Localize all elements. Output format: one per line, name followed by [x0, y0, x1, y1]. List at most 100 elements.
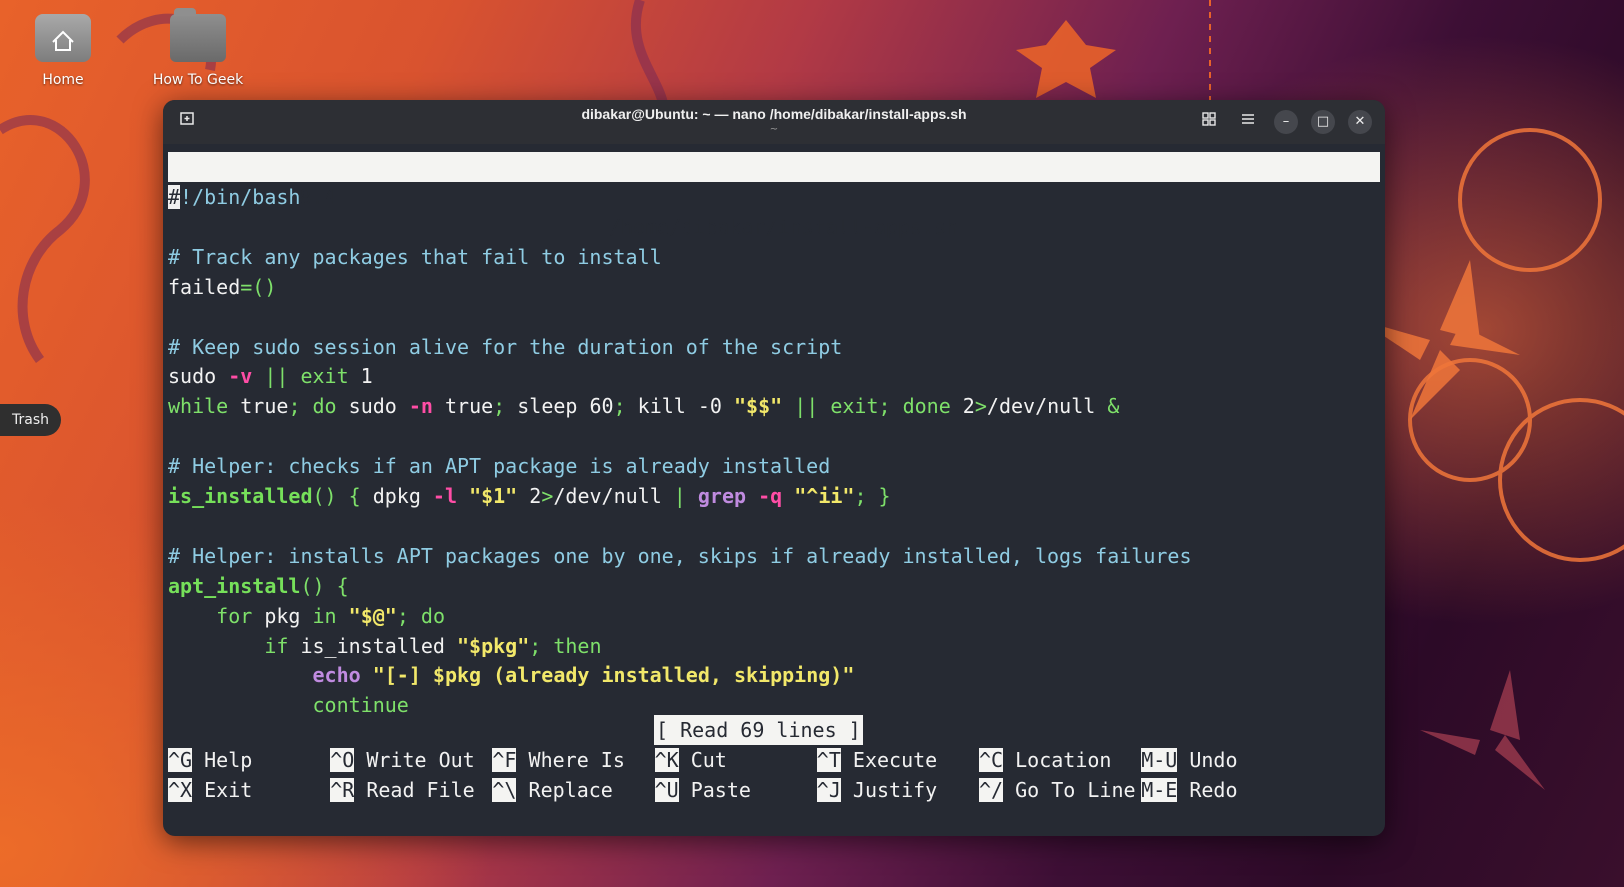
folder-icon — [170, 8, 226, 62]
terminal-content[interactable]: GNU nano 8.4 /home/dibakar/install-apps.… — [168, 150, 1380, 836]
home-folder-icon — [35, 14, 91, 62]
code-token: # Track any packages that fail to instal… — [168, 244, 662, 269]
code-token: continue — [312, 693, 409, 718]
nano-shortcut[interactable]: ^/ Go To Line — [979, 775, 1136, 805]
code-line: # Track any packages that fail to instal… — [168, 242, 662, 272]
shortcut-label: Undo — [1177, 748, 1238, 772]
nano-shortcut[interactable]: ^G Help — [168, 745, 252, 775]
close-button[interactable]: ✕ — [1348, 110, 1372, 134]
trash-tooltip: Trash — [0, 404, 61, 436]
shortcut-key: ^O — [330, 748, 355, 772]
code-token: grep — [697, 484, 747, 508]
code-token: > — [974, 394, 987, 419]
code-token: "^ii" — [794, 484, 855, 508]
nano-shortcut[interactable]: ^O Write Out — [330, 745, 475, 775]
shortcut-label: Justify — [840, 778, 938, 802]
code-token: "$@" — [348, 603, 397, 628]
code-token: ; } — [854, 484, 891, 508]
window-titlebar[interactable]: dibakar@Ubuntu: ~ — nano /home/dibakar/i… — [163, 100, 1385, 144]
shortcut-label: Read File — [354, 778, 475, 802]
code-token: "$1" — [469, 484, 518, 508]
code-token: "$pkg" — [457, 633, 530, 658]
shortcut-label: Write Out — [354, 748, 475, 772]
code-token: !/bin/bash — [180, 185, 301, 209]
code-token: ; do — [396, 603, 445, 628]
nano-shortcut[interactable]: ^\ Replace — [492, 775, 613, 805]
shortcut-label: Help — [192, 748, 253, 772]
nano-shortcut[interactable]: ^T Execute — [816, 745, 938, 775]
grid-icon[interactable] — [1197, 110, 1221, 134]
code-token: || exit — [252, 364, 349, 389]
nano-status-message: [ Read 69 lines ] — [654, 715, 863, 745]
nano-header-bar: GNU nano 8.4 /home/dibakar/install-apps.… — [168, 152, 1380, 239]
code-token: || exit; done — [782, 394, 951, 419]
code-token: /dev/null — [986, 394, 1108, 419]
shortcut-label: Cut — [678, 748, 727, 772]
shortcut-label: Where Is — [516, 748, 625, 772]
nano-shortcut[interactable]: ^J Justify — [816, 775, 938, 805]
hamburger-menu-icon[interactable] — [1236, 110, 1260, 134]
desktop-icon-label: How To Geek — [152, 72, 244, 88]
shortcut-label: Location — [1003, 748, 1112, 772]
nano-shortcut[interactable]: ^U Paste — [654, 775, 751, 805]
code-token: true — [432, 394, 494, 419]
nano-shortcut[interactable]: ^R Read File — [330, 775, 475, 805]
nano-file-path: /home/dibakar/install-apps.sh — [609, 215, 959, 239]
code-token: dpkg — [360, 484, 433, 508]
code-line: while true; do sudo -n true; sleep 60; k… — [168, 391, 1119, 421]
code-line: continue — [168, 690, 409, 720]
shortcut-key: ^X — [168, 778, 193, 802]
code-token: | — [673, 484, 686, 508]
code-line: # Helper: installs APT packages one by o… — [168, 541, 1192, 571]
nano-shortcut[interactable]: ^K Cut — [654, 745, 727, 775]
code-token: -q — [758, 484, 783, 508]
code-token: # Helper: checks if an APT package is al… — [168, 454, 831, 479]
code-token: if — [264, 633, 289, 658]
code-token: for — [216, 603, 253, 628]
code-token: -v — [228, 364, 253, 389]
nano-shortcut-bar: ^G Help ^O Write Out ^F Where Is ^K Cut ^T E… — [168, 745, 1380, 805]
code-token: ; — [613, 394, 626, 419]
code-token: pkg — [252, 603, 313, 628]
code-token: while — [168, 394, 229, 419]
code-token: "[-] $pkg (already installed, skipping)" — [372, 663, 855, 688]
code-token: is_installed — [168, 484, 313, 508]
maximize-button[interactable]: □ — [1311, 110, 1335, 134]
code-line: # Keep sudo session alive for the durati… — [168, 332, 842, 362]
code-line: is_installed() { dpkg -l "$1" 2>/dev/nul… — [168, 481, 891, 511]
code-line: #!/bin/bash — [168, 182, 300, 212]
code-token: ; then — [529, 633, 602, 658]
minimize-button[interactable]: – — [1274, 110, 1298, 134]
shortcut-key: ^/ — [979, 778, 1004, 802]
code-token: > — [541, 484, 554, 508]
code-line: apt_install() { — [168, 571, 349, 601]
desktop-icon-label: Home — [42, 72, 84, 88]
desktop-icon-home[interactable]: Home — [8, 14, 118, 88]
shortcut-label: Redo — [1177, 778, 1238, 802]
code-token: true — [228, 394, 289, 419]
shortcut-label: Execute — [840, 748, 938, 772]
shortcut-key: ^U — [654, 778, 679, 802]
nano-shortcut[interactable]: ^F Where Is — [492, 745, 625, 775]
shortcut-key: ^F — [492, 748, 517, 772]
code-token: sudo — [336, 394, 409, 419]
code-token: & — [1107, 394, 1120, 419]
nano-shortcut[interactable]: M-E Redo — [1141, 775, 1238, 805]
shortcut-key: ^\ — [492, 778, 517, 802]
code-token: () { — [300, 573, 349, 598]
code-line: for pkg in "$@"; do — [168, 601, 445, 631]
nano-shortcut[interactable]: ^C Location — [979, 745, 1111, 775]
code-token: sleep 60 — [505, 394, 614, 419]
shortcut-key: ^C — [979, 748, 1004, 772]
nano-shortcut[interactable]: ^X Exit — [168, 775, 252, 805]
nano-shortcut[interactable]: M-U Undo — [1141, 745, 1238, 775]
shortcut-key: ^J — [816, 778, 841, 802]
shortcut-key: ^G — [168, 748, 193, 772]
code-token: () { — [312, 484, 361, 508]
desktop-icon-how-to-geek[interactable]: How To Geek — [143, 8, 253, 88]
